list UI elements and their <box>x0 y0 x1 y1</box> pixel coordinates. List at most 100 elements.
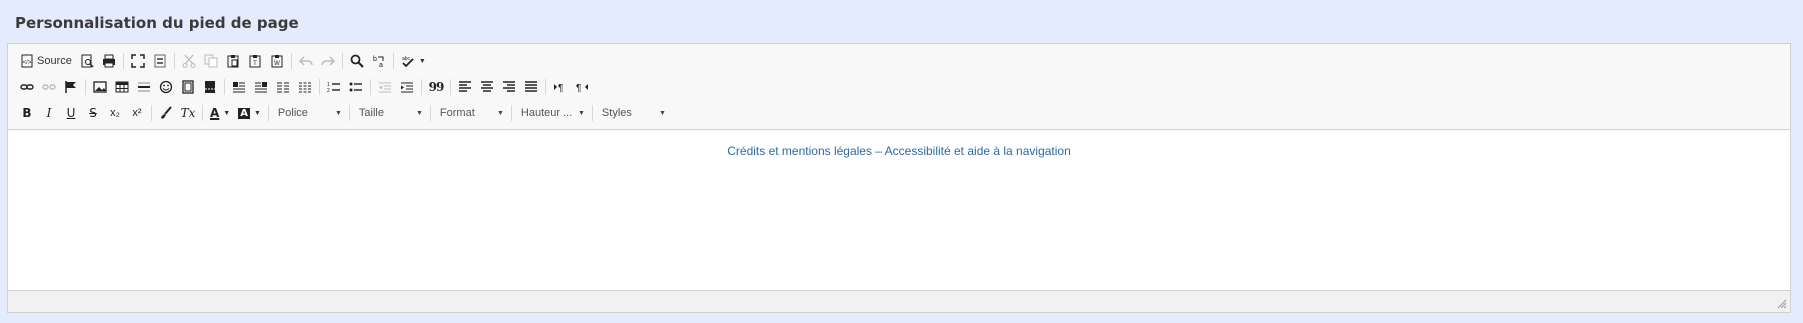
smiley-button[interactable] <box>155 76 177 98</box>
toolbar-separator <box>392 53 394 69</box>
replace-button[interactable]: ba <box>368 50 390 72</box>
toolbar-separator <box>290 53 292 69</box>
align-left-button[interactable] <box>454 76 476 98</box>
svg-text:¶: ¶ <box>558 83 563 94</box>
toolbar-separator <box>545 79 546 95</box>
toolbar-separator <box>591 105 593 121</box>
redo-button[interactable] <box>317 50 339 72</box>
toolbar-row-3: B I U S x₂ x² Tx A ▼ A ▼ Police ▼ Taille ▼ F… <box>16 100 1790 126</box>
paste-button[interactable] <box>222 50 244 72</box>
toolbar-separator <box>450 79 451 95</box>
ltr-button[interactable]: ¶ <box>549 76 571 98</box>
flag-icon <box>65 81 76 93</box>
toolbar-separator <box>151 105 152 121</box>
remove-format-button[interactable]: Tx <box>177 102 199 124</box>
preview-button[interactable] <box>76 50 98 72</box>
chevron-down-icon: ▼ <box>415 109 423 117</box>
editor-content[interactable]: Crédits et mentions légales – Accessibil… <box>8 131 1790 291</box>
cut-icon <box>182 54 196 68</box>
paste-word-button[interactable]: W <box>266 50 288 72</box>
paste-text-button[interactable]: T <box>244 50 266 72</box>
align-block-right-icon <box>255 82 267 93</box>
unlink-icon <box>42 84 56 90</box>
horizontal-rule-button[interactable] <box>133 76 155 98</box>
subscript-icon: x₂ <box>110 107 120 119</box>
spellcheck-button[interactable]: abc ▼ <box>397 50 430 72</box>
toolbar-row-2: 12 99 ¶ ¶ <box>16 74 1790 100</box>
cut-button[interactable] <box>178 50 200 72</box>
image-button[interactable] <box>89 76 111 98</box>
outdent-right-button[interactable] <box>250 76 272 98</box>
underline-button[interactable]: U <box>60 102 82 124</box>
unlink-button[interactable] <box>38 76 60 98</box>
copy-format-button[interactable] <box>155 102 177 124</box>
bold-button[interactable]: B <box>16 102 38 124</box>
undo-button[interactable] <box>295 50 317 72</box>
background-color-button[interactable]: A ▼ <box>234 102 265 124</box>
outdent-left-button[interactable] <box>228 76 250 98</box>
svg-text:2: 2 <box>327 88 330 94</box>
source-button[interactable]: </> Source <box>16 50 76 72</box>
link-button[interactable] <box>16 76 38 98</box>
page-break-icon <box>205 81 215 93</box>
anchor-button[interactable] <box>60 76 82 98</box>
subscript-button[interactable]: x₂ <box>104 102 126 124</box>
copy-button[interactable] <box>200 50 222 72</box>
indent-button[interactable] <box>396 76 418 98</box>
chevron-down-icon: ▼ <box>334 109 342 117</box>
paintbrush-icon <box>161 106 172 119</box>
chevron-down-icon: ▼ <box>496 109 504 117</box>
print-button[interactable] <box>98 50 120 72</box>
maximize-button[interactable] <box>127 50 149 72</box>
quote-icon: 99 <box>428 80 445 94</box>
font-select[interactable]: Police ▼ <box>272 102 346 124</box>
rich-text-editor: </> Source T W ba abc ▼ 1 2 99 ¶ ¶ B I U… <box>7 43 1791 313</box>
resize-handle-icon[interactable] <box>1777 299 1787 309</box>
columns-icon <box>277 82 289 93</box>
three-columns-button[interactable] <box>294 76 316 98</box>
two-columns-button[interactable] <box>272 76 294 98</box>
search-icon <box>350 54 364 68</box>
spellcheck-icon: abc <box>402 56 414 68</box>
align-right-button[interactable] <box>498 76 520 98</box>
smiley-icon <box>159 80 173 94</box>
outdent-button[interactable] <box>374 76 396 98</box>
align-justify-icon <box>525 81 537 92</box>
bulleted-list-button[interactable] <box>345 76 367 98</box>
blockquote-button[interactable]: 99 <box>425 76 447 98</box>
chevron-down-icon: ▼ <box>418 57 426 65</box>
toolbar-separator <box>348 105 350 121</box>
strikethrough-button[interactable]: S <box>82 102 104 124</box>
italic-button[interactable]: I <box>38 102 60 124</box>
paste-icon <box>227 55 239 68</box>
find-button[interactable] <box>346 50 368 72</box>
italic-icon: I <box>46 106 52 120</box>
align-center-icon <box>481 81 493 92</box>
toolbar-separator <box>421 79 422 95</box>
toolbar-separator <box>202 105 203 121</box>
iframe-button[interactable] <box>177 76 199 98</box>
show-blocks-icon <box>154 54 166 68</box>
numbered-list-button[interactable]: 12 <box>323 76 345 98</box>
horizontal-rule-icon <box>138 82 150 92</box>
copy-icon <box>204 54 218 68</box>
size-select[interactable]: Taille ▼ <box>353 102 427 124</box>
table-button[interactable] <box>111 76 133 98</box>
line-height-select[interactable]: Hauteur ... ▼ <box>515 102 589 124</box>
show-blocks-button[interactable] <box>149 50 171 72</box>
align-block-left-icon <box>233 82 245 93</box>
chevron-down-icon: ▼ <box>658 109 666 117</box>
align-center-button[interactable] <box>476 76 498 98</box>
superscript-button[interactable]: x² <box>126 102 148 124</box>
svg-text:abc: abc <box>402 56 411 62</box>
styles-select[interactable]: Styles ▼ <box>596 102 670 124</box>
rtl-button[interactable]: ¶ <box>571 76 593 98</box>
svg-text:T: T <box>253 61 257 67</box>
source-label: Source <box>37 55 72 67</box>
justify-button[interactable] <box>520 76 542 98</box>
toolbar-row-1: </> Source T W ba abc ▼ <box>16 48 1790 74</box>
text-color-button[interactable]: A ▼ <box>206 102 234 124</box>
format-select[interactable]: Format ▼ <box>434 102 508 124</box>
page-break-button[interactable] <box>199 76 221 98</box>
footer-links-text[interactable]: Crédits et mentions légales – Accessibil… <box>8 144 1790 158</box>
